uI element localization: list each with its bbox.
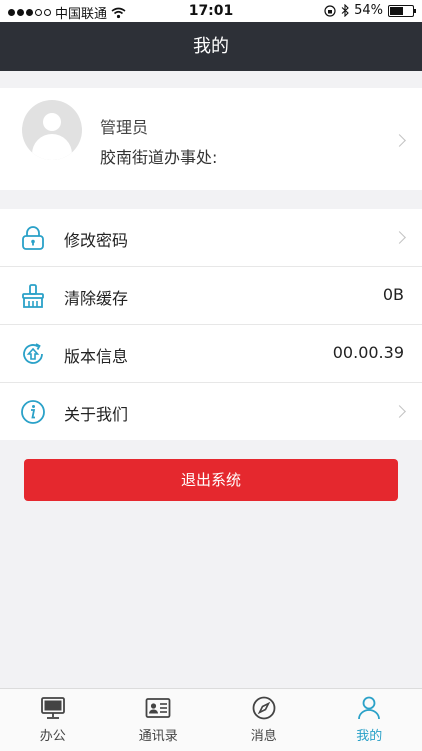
- lock-icon: [20, 225, 46, 251]
- cache-size-value: 0B: [383, 285, 404, 304]
- menu-item-label: 清除缓存: [64, 285, 128, 309]
- menu-item-clear-cache[interactable]: 清除缓存 0B: [0, 267, 422, 325]
- tab-label: 办公: [0, 725, 106, 744]
- profile-card[interactable]: 管理员 胶南街道办事处:: [0, 88, 422, 190]
- menu-item-change-password[interactable]: 修改密码: [0, 209, 422, 267]
- bluetooth-icon: [341, 4, 349, 17]
- contact-card-icon: [145, 695, 171, 721]
- menu-item-about-us[interactable]: 关于我们: [0, 383, 422, 440]
- tab-contacts[interactable]: 通讯录: [106, 689, 212, 751]
- tab-label: 消息: [211, 725, 317, 744]
- profile-name: 管理员: [100, 114, 148, 138]
- chevron-right-icon: [393, 134, 406, 147]
- menu-item-label: 修改密码: [64, 227, 128, 251]
- status-bar: 中国联通 17:01 54%: [0, 0, 422, 22]
- avatar: [22, 100, 82, 160]
- menu-item-version-info[interactable]: 版本信息 00.00.39: [0, 325, 422, 383]
- tab-messages[interactable]: 消息: [211, 689, 317, 751]
- compass-icon: [251, 695, 277, 721]
- tab-bar: 办公 通讯录 消息 我的: [0, 688, 422, 751]
- version-value: 00.00.39: [333, 343, 404, 362]
- nav-bar: 我的: [0, 22, 422, 71]
- page-title: 我的: [193, 36, 229, 57]
- update-icon: [20, 341, 46, 367]
- settings-menu: 修改密码 清除缓存 0B 版本信息 00.00.39 关于我们: [0, 209, 422, 440]
- tab-mine[interactable]: 我的: [317, 689, 422, 751]
- menu-item-label: 版本信息: [64, 343, 128, 367]
- logout-button[interactable]: 退出系统: [24, 459, 398, 501]
- battery-icon: [388, 5, 414, 17]
- menu-item-label: 关于我们: [64, 401, 128, 425]
- tab-office[interactable]: 办公: [0, 689, 106, 751]
- chevron-right-icon: [393, 231, 406, 244]
- person-icon: [356, 695, 382, 721]
- info-icon: [20, 399, 46, 425]
- monitor-icon: [40, 695, 66, 721]
- chevron-right-icon: [393, 405, 406, 418]
- tab-label: 我的: [317, 725, 422, 744]
- battery-percent: 54%: [354, 3, 383, 18]
- broom-icon: [20, 283, 46, 309]
- profile-organization: 胶南街道办事处:: [100, 144, 217, 168]
- tab-label: 通讯录: [106, 725, 212, 744]
- orientation-lock-icon: [324, 5, 336, 17]
